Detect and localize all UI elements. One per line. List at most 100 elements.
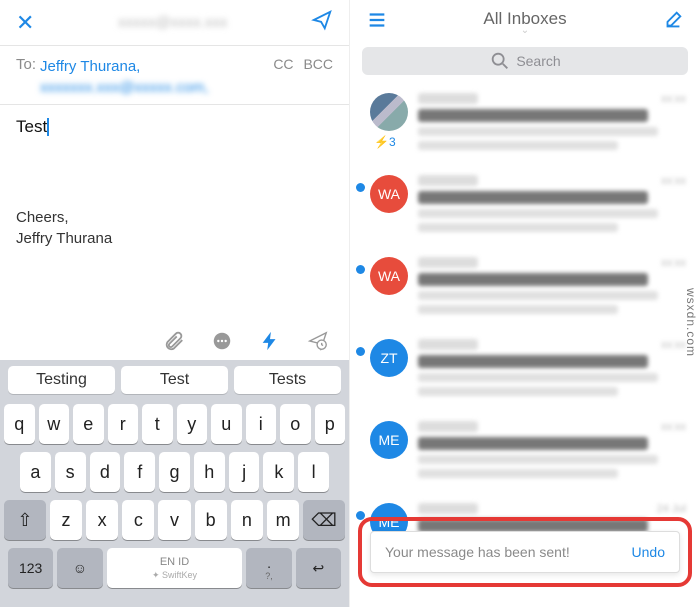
key-f[interactable]: f <box>124 452 155 492</box>
to-label: To: <box>16 56 36 73</box>
email-preview <box>418 421 686 483</box>
suggestion-1[interactable]: Testing <box>8 366 115 394</box>
signature-line1: Cheers, <box>16 207 333 228</box>
email-preview <box>418 339 686 401</box>
key-space[interactable]: EN ID✦ SwiftKey <box>107 548 243 588</box>
key-shift[interactable]: ⇧ <box>4 500 46 540</box>
keyboard[interactable]: Testing Test Tests qwertyuiop asdfghjkl … <box>0 360 349 607</box>
avatar: ZT <box>370 339 408 377</box>
key-t[interactable]: t <box>142 404 173 444</box>
inbox-header: All Inboxes ⌄ <box>350 0 700 45</box>
key-h[interactable]: h <box>194 452 225 492</box>
close-icon[interactable]: ✕ <box>16 10 34 36</box>
key-row-3: ⇧ zxcvbnm ⌫ <box>4 500 345 540</box>
unread-dot <box>356 183 365 192</box>
key-y[interactable]: y <box>177 404 208 444</box>
suggestion-3[interactable]: Tests <box>234 366 341 394</box>
email-row[interactable]: ME xx:xx <box>350 411 700 493</box>
unread-dot <box>356 265 365 274</box>
timestamp: xx:xx <box>661 339 686 351</box>
recipients[interactable]: Jeffry Thurana, xxxxxxx.xxx@xxxxx.com, <box>40 56 209 98</box>
key-v[interactable]: v <box>158 500 190 540</box>
key-c[interactable]: c <box>122 500 154 540</box>
signature-line2: Jeffry Thurana <box>16 228 333 249</box>
bolt-icon[interactable] <box>259 330 281 357</box>
undo-button[interactable]: Undo <box>632 544 665 560</box>
inbox-title[interactable]: All Inboxes ⌄ <box>483 9 566 36</box>
from-address[interactable]: xxxxx@xxxx.xxx <box>118 14 227 31</box>
send-icon[interactable] <box>311 9 333 37</box>
suggestion-bar: Testing Test Tests <box>0 360 349 400</box>
schedule-send-icon[interactable] <box>307 330 329 357</box>
key-u[interactable]: u <box>211 404 242 444</box>
compose-pane: ✕ xxxxx@xxxx.xxx To: Jeffry Thurana, xxx… <box>0 0 350 607</box>
key-g[interactable]: g <box>159 452 190 492</box>
key-i[interactable]: i <box>246 404 277 444</box>
key-p[interactable]: p <box>315 404 346 444</box>
email-row[interactable]: WA xx:xx <box>350 165 700 247</box>
key-e[interactable]: e <box>73 404 104 444</box>
suggestion-2[interactable]: Test <box>121 366 228 394</box>
key-backspace[interactable]: ⌫ <box>303 500 345 540</box>
timestamp: xx:xx <box>661 257 686 269</box>
email-row[interactable]: xx:xx ⚡3 <box>350 83 700 165</box>
key-b[interactable]: b <box>195 500 227 540</box>
key-return[interactable]: ↩ <box>296 548 341 588</box>
key-x[interactable]: x <box>86 500 118 540</box>
email-row[interactable]: WA xx:xx <box>350 247 700 329</box>
unread-dot <box>356 347 365 356</box>
email-preview <box>418 93 686 155</box>
key-q[interactable]: q <box>4 404 35 444</box>
attachment-icon[interactable] <box>163 330 185 357</box>
timestamp: xx:xx <box>661 421 686 433</box>
timestamp: xx:xx <box>661 93 686 105</box>
key-j[interactable]: j <box>229 452 260 492</box>
email-list[interactable]: xx:xx ⚡3 WA xx:xx WA xx:xx ZT xx:xx ME x… <box>350 83 700 575</box>
email-preview <box>418 175 686 237</box>
key-period[interactable]: .?, <box>246 548 291 588</box>
cc-bcc[interactable]: CC BCC <box>267 56 333 72</box>
key-o[interactable]: o <box>280 404 311 444</box>
to-row[interactable]: To: Jeffry Thurana, xxxxxxx.xxx@xxxxx.co… <box>0 46 349 104</box>
avatar <box>370 93 408 131</box>
toast: Your message has been sent! Undo <box>370 531 680 573</box>
recipient-name: Jeffry Thurana, <box>40 58 140 75</box>
body-text: Test <box>16 117 47 137</box>
key-a[interactable]: a <box>20 452 51 492</box>
highlight-box: Your message has been sent! Undo <box>358 517 692 587</box>
toast-message: Your message has been sent! <box>385 544 570 560</box>
compose-icon[interactable] <box>662 9 684 37</box>
key-k[interactable]: k <box>263 452 294 492</box>
key-m[interactable]: m <box>267 500 299 540</box>
email-body[interactable]: Test <box>0 105 349 149</box>
key-l[interactable]: l <box>298 452 329 492</box>
signature[interactable]: Cheers, Jeffry Thurana <box>0 207 349 249</box>
watermark: wsxdn.com <box>684 288 698 357</box>
bcc-button[interactable]: BCC <box>303 56 333 72</box>
email-row[interactable]: ZT xx:xx <box>350 329 700 411</box>
key-n[interactable]: n <box>231 500 263 540</box>
search-input[interactable]: Search <box>362 47 688 75</box>
key-s[interactable]: s <box>55 452 86 492</box>
key-z[interactable]: z <box>50 500 82 540</box>
compose-header: ✕ xxxxx@xxxx.xxx <box>0 0 349 45</box>
key-emoji[interactable]: ☺ <box>57 548 102 588</box>
recipient-email: xxxxxxx.xxx@xxxxx.com, <box>40 79 209 96</box>
key-d[interactable]: d <box>90 452 121 492</box>
key-r[interactable]: r <box>108 404 139 444</box>
key-numbers[interactable]: 123 <box>8 548 53 588</box>
thunder-icon: ⚡3 <box>374 135 396 149</box>
search-placeholder: Search <box>516 53 560 69</box>
key-row-bottom: 123 ☺ EN ID✦ SwiftKey .?, ↩ <box>4 548 345 588</box>
chat-icon[interactable] <box>211 330 233 357</box>
compose-toolbar <box>0 326 349 360</box>
cc-button[interactable]: CC <box>273 56 293 72</box>
inbox-pane: All Inboxes ⌄ Search xx:xx ⚡3 WA xx:xx W… <box>350 0 700 607</box>
menu-icon[interactable] <box>366 9 388 37</box>
avatar: ME <box>370 421 408 459</box>
key-w[interactable]: w <box>39 404 70 444</box>
key-row-1: qwertyuiop <box>4 404 345 444</box>
avatar: WA <box>370 175 408 213</box>
avatar: WA <box>370 257 408 295</box>
email-preview <box>418 257 686 319</box>
